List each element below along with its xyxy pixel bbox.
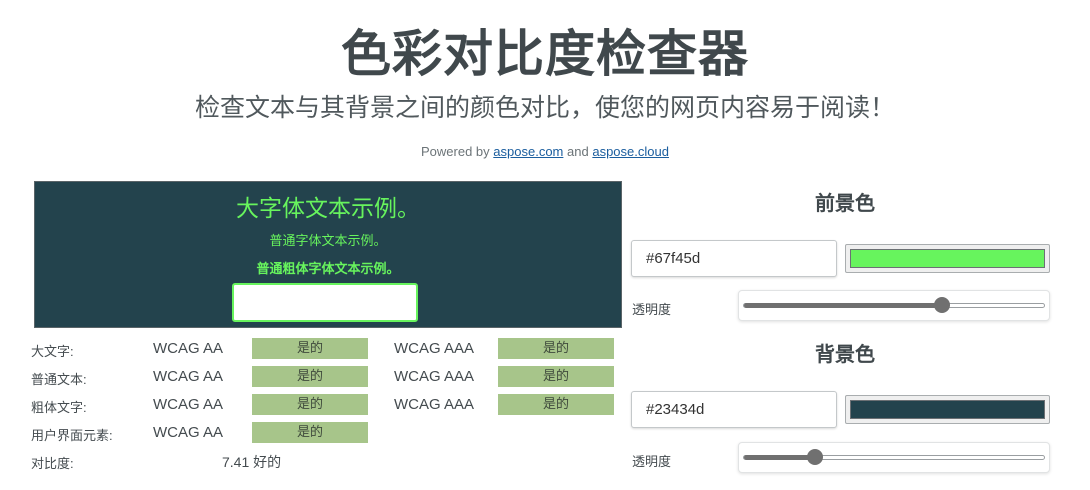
preview-ui-element[interactable] <box>232 283 418 322</box>
contrast-ratio-value: 7.41 好的 <box>222 454 282 470</box>
foreground-color-picker[interactable] <box>845 244 1050 273</box>
page-subtitle: 检查文本与其背景之间的颜色对比，使您的网页内容易于阅读！ <box>194 93 895 122</box>
aaa-normal-result: 是的 <box>498 366 614 387</box>
preview-normal-text: 普通字体文本示例。 <box>269 234 387 249</box>
powered-prefix: Powered by <box>421 144 490 159</box>
preview-bold-text: 普通粗体字体文本示例。 <box>256 262 400 277</box>
aspose-com-link[interactable]: aspose.com <box>493 144 563 159</box>
aa-normal-result: 是的 <box>252 366 368 387</box>
foreground-title: 前景色 <box>815 191 875 215</box>
background-slider-track <box>743 455 1045 460</box>
contrast-ratio-label: 对比度: <box>31 456 74 471</box>
wcag-aaa-bold: WCAG AAA <box>394 396 475 413</box>
aaa-large-result: 是的 <box>498 338 614 359</box>
background-slider-thumb[interactable] <box>807 449 824 465</box>
background-swatch <box>850 400 1045 419</box>
powered-by: Powered by aspose.com and aspose.cloud <box>0 144 1090 159</box>
foreground-hex-input[interactable] <box>631 240 837 277</box>
foreground-opacity-label: 透明度 <box>632 303 672 318</box>
result-label-large: 大文字: <box>31 344 74 359</box>
result-label-normal: 普通文本: <box>31 372 87 387</box>
page-title: 色彩对比度检查器 <box>341 25 749 83</box>
background-title: 背景色 <box>815 342 875 366</box>
aa-bold-result: 是的 <box>252 394 368 415</box>
aa-ui-result: 是的 <box>252 422 368 443</box>
aspose-cloud-link[interactable]: aspose.cloud <box>592 144 669 159</box>
wcag-aa-ui: WCAG AA <box>153 424 224 441</box>
result-label-ui: 用户界面元素: <box>31 428 113 443</box>
preview-panel: 大字体文本示例。 普通字体文本示例。 普通粗体字体文本示例。 <box>34 181 622 328</box>
wcag-aa-normal: WCAG AA <box>153 368 224 385</box>
foreground-slider-fill <box>744 303 944 308</box>
background-opacity-slider[interactable] <box>738 442 1050 473</box>
wcag-aaa-large: WCAG AAA <box>394 340 475 357</box>
background-opacity-label: 透明度 <box>632 455 672 470</box>
wcag-aaa-normal: WCAG AAA <box>394 368 475 385</box>
preview-large-text: 大字体文本示例。 <box>236 196 420 222</box>
wcag-aa-bold: WCAG AA <box>153 396 224 413</box>
background-color-picker[interactable] <box>845 395 1050 424</box>
result-label-bold: 粗体文字: <box>31 400 87 415</box>
aa-large-result: 是的 <box>252 338 368 359</box>
foreground-slider-track <box>743 303 1045 308</box>
background-slider-fill <box>744 455 817 460</box>
background-hex-input[interactable] <box>631 391 837 428</box>
aaa-bold-result: 是的 <box>498 394 614 415</box>
foreground-slider-thumb[interactable] <box>934 297 951 313</box>
powered-and: and <box>567 144 589 159</box>
foreground-swatch <box>850 249 1045 268</box>
wcag-aa-large: WCAG AA <box>153 340 224 357</box>
foreground-opacity-slider[interactable] <box>738 290 1050 321</box>
